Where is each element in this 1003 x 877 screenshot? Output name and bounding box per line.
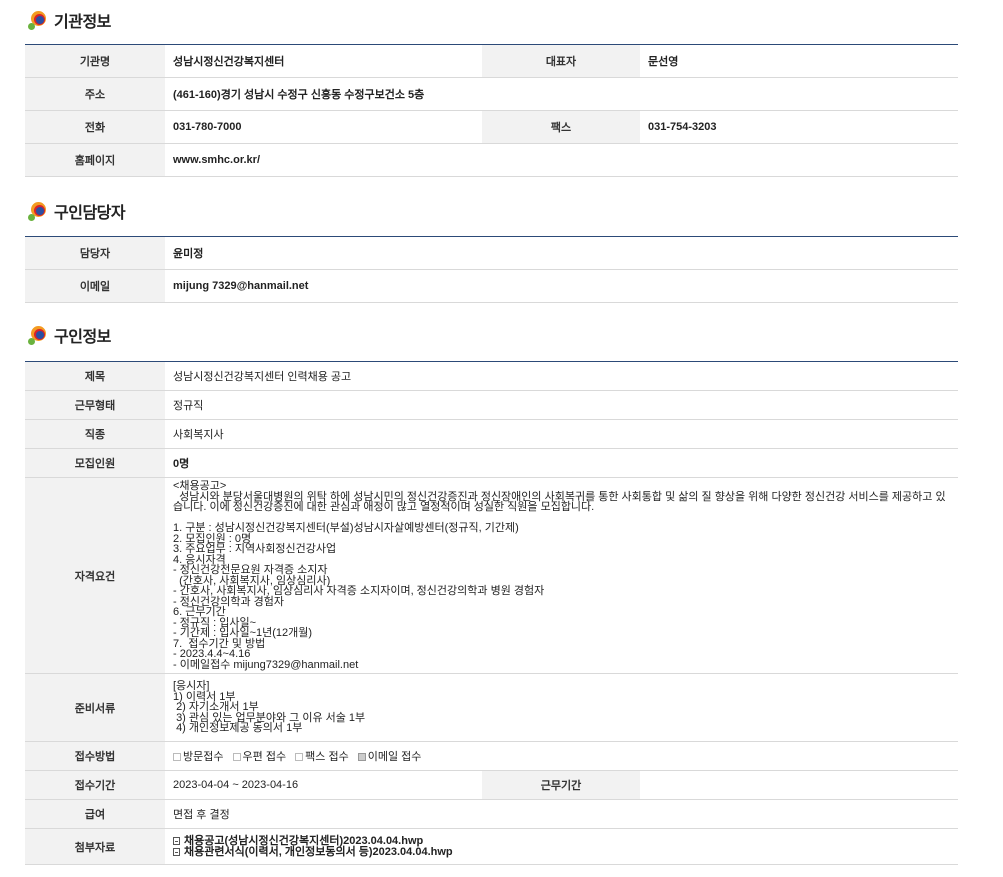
- method-mail[interactable]: 우편 접수: [232, 751, 286, 763]
- table-row: 직종 사회복지사: [25, 419, 958, 449]
- table-row: 자격요건 <채용공고> 성남시와 분당서울대병원의 위탁 하에 성남시민의 정신…: [25, 477, 958, 674]
- row-label: 기관명: [25, 44, 165, 78]
- row-label: 접수기간: [25, 770, 165, 800]
- homepage-link[interactable]: www.smhc.or.kr/: [165, 143, 958, 177]
- row-label: 급여: [25, 799, 165, 829]
- table-row: 근무형태 정규직: [25, 390, 958, 420]
- section-title-contact: 구인담당자: [28, 198, 126, 224]
- table-row: 모집인원 0명: [25, 448, 958, 478]
- table-row: 접수기간 2023-04-04 ~ 2023-04-16 근무기간: [25, 770, 958, 800]
- table-row: 홈페이지 www.smhc.or.kr/: [25, 143, 958, 177]
- section-heading: 기관정보: [54, 12, 111, 31]
- file-icon: [173, 836, 180, 845]
- table-row: 담당자 윤미정: [25, 236, 958, 270]
- table-row: 급여 면접 후 결정: [25, 799, 958, 829]
- row-label: 팩스: [482, 110, 640, 144]
- table-row: 기관명 성남시정신건강복지센터 대표자 문선영: [25, 44, 958, 78]
- address-value: (461-160)경기 성남시 수정구 신흥동 수정구보건소 5층: [165, 77, 958, 111]
- attachment-link[interactable]: 채용관련서식(이력서, 개인정보동의서 등)2023.04.04.hwp: [173, 846, 950, 858]
- table-row: 이메일 mijung 7329@hanmail.net: [25, 269, 958, 303]
- headcount-value: 0명: [165, 448, 958, 478]
- row-label: 제목: [25, 361, 165, 391]
- row-label: 담당자: [25, 236, 165, 270]
- checkbox-icon[interactable]: [232, 753, 241, 761]
- required-documents-value: [응시자] 1) 이력서 1부 2) 자기소개서 1부 3) 관심 있는 업무분…: [165, 673, 958, 742]
- row-label: 준비서류: [25, 673, 165, 742]
- salary-value: 면접 후 결정: [165, 799, 958, 829]
- row-label: 근무형태: [25, 390, 165, 420]
- table-row: 준비서류 [응시자] 1) 이력서 1부 2) 자기소개서 1부 3) 관심 있…: [25, 673, 958, 742]
- table-row: 첨부자료 채용공고(성남시정신건강복지센터)2023.04.04.hwp 채용관…: [25, 828, 958, 865]
- method-email[interactable]: 이메일 접수: [357, 751, 421, 763]
- attachments: 채용공고(성남시정신건강복지센터)2023.04.04.hwp 채용관련서식(이…: [165, 828, 958, 865]
- table-row: 접수방법 방문접수 우편 접수 팩스 접수 이메일 접수: [25, 741, 958, 771]
- checkbox-checked-icon[interactable]: [357, 753, 366, 761]
- representative-value: 문선영: [640, 44, 958, 78]
- section-heading: 구인담당자: [54, 203, 126, 222]
- section-title-org: 기관정보: [28, 7, 111, 33]
- row-label: 접수방법: [25, 741, 165, 771]
- org-logo-icon: [28, 325, 48, 345]
- job-info-table: 제목 성남시정신건강복지센터 인력채용 공고 근무형태 정규직 직종 사회복지사…: [25, 361, 958, 865]
- row-label: 자격요건: [25, 477, 165, 674]
- file-icon: [173, 847, 180, 856]
- checkbox-icon[interactable]: [173, 753, 181, 761]
- method-visit[interactable]: 방문접수: [173, 751, 223, 763]
- section-title-job: 구인정보: [28, 322, 111, 348]
- table-row: 주소 (461-160)경기 성남시 수정구 신흥동 수정구보건소 5층: [25, 77, 958, 111]
- row-label: 근무기간: [482, 770, 640, 800]
- table-row: 전화 031-780-7000 팩스 031-754-3203: [25, 110, 958, 144]
- contact-person-value: 윤미정: [165, 236, 958, 270]
- row-label: 전화: [25, 110, 165, 144]
- row-label: 첨부자료: [25, 828, 165, 865]
- org-info-table: 기관명 성남시정신건강복지센터 대표자 문선영 주소 (461-160)경기 성…: [25, 44, 958, 177]
- row-label: 주소: [25, 77, 165, 111]
- work-period-value: [640, 770, 958, 800]
- org-name-value: 성남시정신건강복지센터: [165, 44, 482, 78]
- fax-value: 031-754-3203: [640, 110, 958, 144]
- job-title-value: 성남시정신건강복지센터 인력채용 공고: [165, 361, 958, 391]
- job-kind-value: 사회복지사: [165, 419, 958, 449]
- row-label: 모집인원: [25, 448, 165, 478]
- row-label: 홈페이지: [25, 143, 165, 177]
- application-methods: 방문접수 우편 접수 팩스 접수 이메일 접수: [165, 741, 958, 771]
- contact-info-table: 담당자 윤미정 이메일 mijung 7329@hanmail.net: [25, 236, 958, 303]
- org-logo-icon: [28, 10, 48, 30]
- contact-email-value: mijung 7329@hanmail.net: [165, 269, 958, 303]
- table-row: 제목 성남시정신건강복지센터 인력채용 공고: [25, 361, 958, 391]
- row-label: 대표자: [482, 44, 640, 78]
- qualification-value: <채용공고> 성남시와 분당서울대병원의 위탁 하에 성남시민의 정신건강증진과…: [165, 477, 958, 674]
- org-logo-icon: [28, 201, 48, 221]
- method-fax[interactable]: 팩스 접수: [295, 751, 349, 763]
- checkbox-icon[interactable]: [295, 753, 304, 761]
- employment-type-value: 정규직: [165, 390, 958, 420]
- phone-value: 031-780-7000: [165, 110, 482, 144]
- section-heading: 구인정보: [54, 327, 111, 346]
- application-period-value: 2023-04-04 ~ 2023-04-16: [165, 770, 482, 800]
- row-label: 직종: [25, 419, 165, 449]
- row-label: 이메일: [25, 269, 165, 303]
